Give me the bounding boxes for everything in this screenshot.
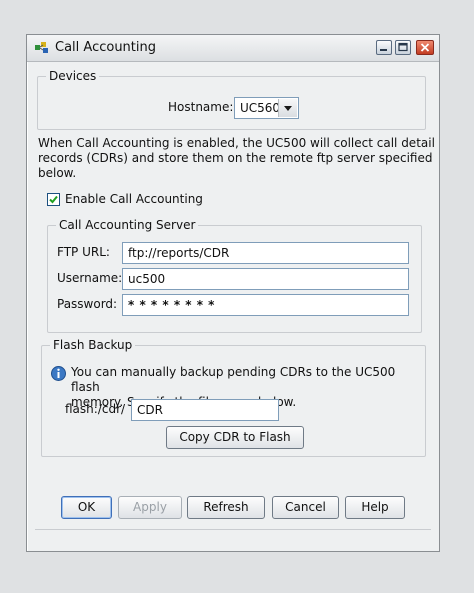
hostname-select[interactable]: UC560 <box>234 97 299 119</box>
flash-path-label: flash:/cdr/ <box>65 402 126 416</box>
call-accounting-window: Call Accounting Devices Hostname: UC560 <box>26 34 440 552</box>
apply-button[interactable]: Apply <box>118 496 182 519</box>
close-button[interactable] <box>416 40 434 55</box>
flash-legend: Flash Backup <box>50 338 136 352</box>
description-line: below. <box>38 166 77 180</box>
flash-info-line: You can manually backup pending CDRs to … <box>71 365 396 394</box>
ftp-url-label: FTP URL: <box>57 245 110 259</box>
flash-backup-group: Flash Backup You can manually backup pen… <box>41 338 426 457</box>
title-bar[interactable]: Call Accounting <box>27 35 439 62</box>
devices-legend: Devices <box>46 69 100 83</box>
ftp-url-input[interactable]: ftp://reports/CDR <box>122 242 409 264</box>
description-line: records (CDRs) and store them on the rem… <box>38 151 433 165</box>
hostname-label: Hostname: <box>168 100 234 114</box>
maximize-button[interactable] <box>395 40 411 55</box>
enable-call-accounting-checkbox[interactable] <box>47 193 60 206</box>
app-icon <box>34 41 50 55</box>
description-text: When Call Accounting is enabled, the UC5… <box>38 136 435 181</box>
dropdown-arrow-button[interactable] <box>278 99 297 117</box>
checkmark-icon <box>49 195 58 204</box>
close-icon <box>420 43 430 52</box>
minimize-button[interactable] <box>376 40 392 55</box>
password-label: Password: <box>57 297 118 311</box>
refresh-button[interactable]: Refresh <box>187 496 265 519</box>
help-button[interactable]: Help <box>345 496 405 519</box>
username-input[interactable]: uc500 <box>122 268 409 290</box>
minimize-icon <box>380 49 387 51</box>
cancel-button[interactable]: Cancel <box>272 496 339 519</box>
copy-cdr-to-flash-button[interactable]: Copy CDR to Flash <box>166 426 304 449</box>
flash-file-input[interactable]: CDR <box>131 399 279 421</box>
server-legend: Call Accounting Server <box>56 218 199 232</box>
call-accounting-server-group: Call Accounting Server FTP URL: ftp://re… <box>47 218 422 333</box>
username-label: Username: <box>57 271 123 285</box>
description-line: When Call Accounting is enabled, the UC5… <box>38 136 435 150</box>
chevron-down-icon <box>284 106 292 111</box>
hostname-value: UC560 <box>240 101 281 115</box>
devices-group: Devices Hostname: UC560 <box>37 69 426 130</box>
ok-button[interactable]: OK <box>61 496 112 519</box>
password-input[interactable]: * * * * * * * * <box>122 294 409 316</box>
enable-call-accounting-label[interactable]: Enable Call Accounting <box>65 192 203 206</box>
maximize-icon <box>398 42 408 52</box>
window-title: Call Accounting <box>55 40 156 55</box>
status-bar-divider <box>35 529 431 530</box>
info-icon <box>51 366 66 384</box>
